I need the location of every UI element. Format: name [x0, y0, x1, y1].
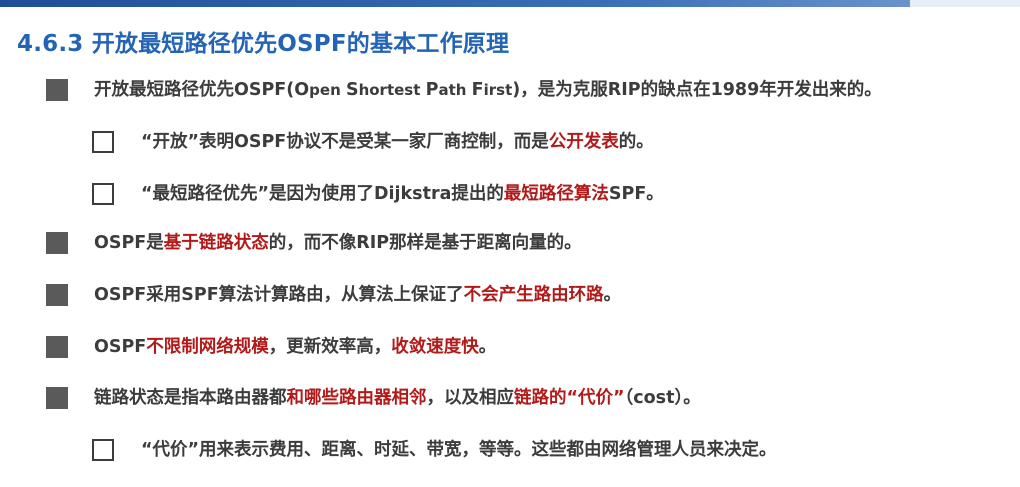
text-segment: “代价”用来表示费用、距离、时延、带宽，等等。这些都由网络管理人员来决定。 [141, 440, 777, 460]
text-segment: ，更新效率高， [268, 337, 392, 357]
filled-square-bullet-icon [46, 387, 68, 409]
text-segment: hortest [358, 81, 426, 99]
highlight-text: 公开发表 [548, 132, 619, 152]
text-segment: 的，而不像RIP那样是基于距离向量的。 [268, 233, 582, 253]
text-segment: )，是为克服RIP的缺点在1989年开发出来的。 [512, 80, 882, 100]
filled-square-bullet-icon [46, 336, 68, 358]
text-segment: 开放最短路径优先OSPF( [94, 80, 295, 100]
text-segment: 链路状态是指本路由器都 [94, 388, 287, 408]
bullet-text: OSPF是基于链路状态的，而不像RIP那样是基于距离向量的。 [94, 229, 582, 254]
filled-square-bullet-icon [46, 232, 68, 254]
text-segment: 的。 [618, 132, 654, 152]
text-segment: S [345, 80, 359, 100]
text-segment: 。 [603, 285, 622, 305]
text-segment: OSPF采用SPF算法计算路由，从算法上保证了 [94, 285, 464, 305]
empty-checkbox-bullet-icon [92, 131, 114, 153]
text-segment: SPF。 [608, 184, 664, 204]
highlight-text: 基于链路状态 [163, 233, 269, 253]
text-segment: “最短路径优先”是因为使用了Dijkstra提出的 [141, 184, 504, 204]
highlight-text: 收敛速度快 [391, 337, 479, 357]
text-segment: F [471, 80, 484, 100]
filled-square-bullet-icon [46, 284, 68, 306]
text-segment: irst [483, 81, 513, 99]
highlight-text: 最短路径算法 [503, 184, 609, 204]
text-segment: OSPF [94, 337, 147, 357]
text-segment: OSPF是 [94, 233, 164, 253]
top-accent-bar [0, 0, 1020, 7]
filled-square-bullet-icon [46, 79, 68, 101]
text-segment: “开放”表明OSPF协议不是受某一家厂商控制，而是 [141, 132, 549, 152]
bullet-text: “最短路径优先”是因为使用了Dijkstra提出的最短路径算法SPF。 [141, 180, 664, 205]
bullet-text: 开放最短路径优先OSPF(Open Shortest Path First)，是… [94, 76, 882, 101]
text-segment: ath [438, 81, 472, 99]
bullet-text: 链路状态是指本路由器都和哪些路由器相邻，以及相应链路的“代价”（cost）。 [94, 384, 701, 409]
text-segment: （cost）。 [624, 388, 701, 408]
highlight-text: 和哪些路由器相邻 [286, 388, 427, 408]
top-accent-corner [910, 0, 1020, 7]
highlight-text: 链路的“代价” [514, 388, 625, 408]
bullet-text: OSPF采用SPF算法计算路由，从算法上保证了不会产生路由环路。 [94, 281, 621, 306]
highlight-text: 不会产生路由环路 [463, 285, 604, 305]
bullet-text: “开放”表明OSPF协议不是受某一家厂商控制，而是公开发表的。 [141, 128, 654, 153]
empty-checkbox-bullet-icon [92, 183, 114, 205]
text-segment: ，以及相应 [426, 388, 515, 408]
highlight-text: 不限制网络规模 [146, 337, 269, 357]
bullet-text: OSPF不限制网络规模，更新效率高，收敛速度快。 [94, 333, 496, 358]
bullet-text: “代价”用来表示费用、距离、时延、带宽，等等。这些都由网络管理人员来决定。 [141, 436, 777, 461]
text-segment: pen [309, 81, 346, 99]
text-segment: O [294, 80, 310, 100]
text-segment: P [425, 80, 439, 100]
slide-title: 4.6.3 开放最短路径优先OSPF的基本工作原理 [17, 31, 510, 57]
text-segment: 。 [478, 337, 497, 357]
empty-checkbox-bullet-icon [92, 439, 114, 461]
